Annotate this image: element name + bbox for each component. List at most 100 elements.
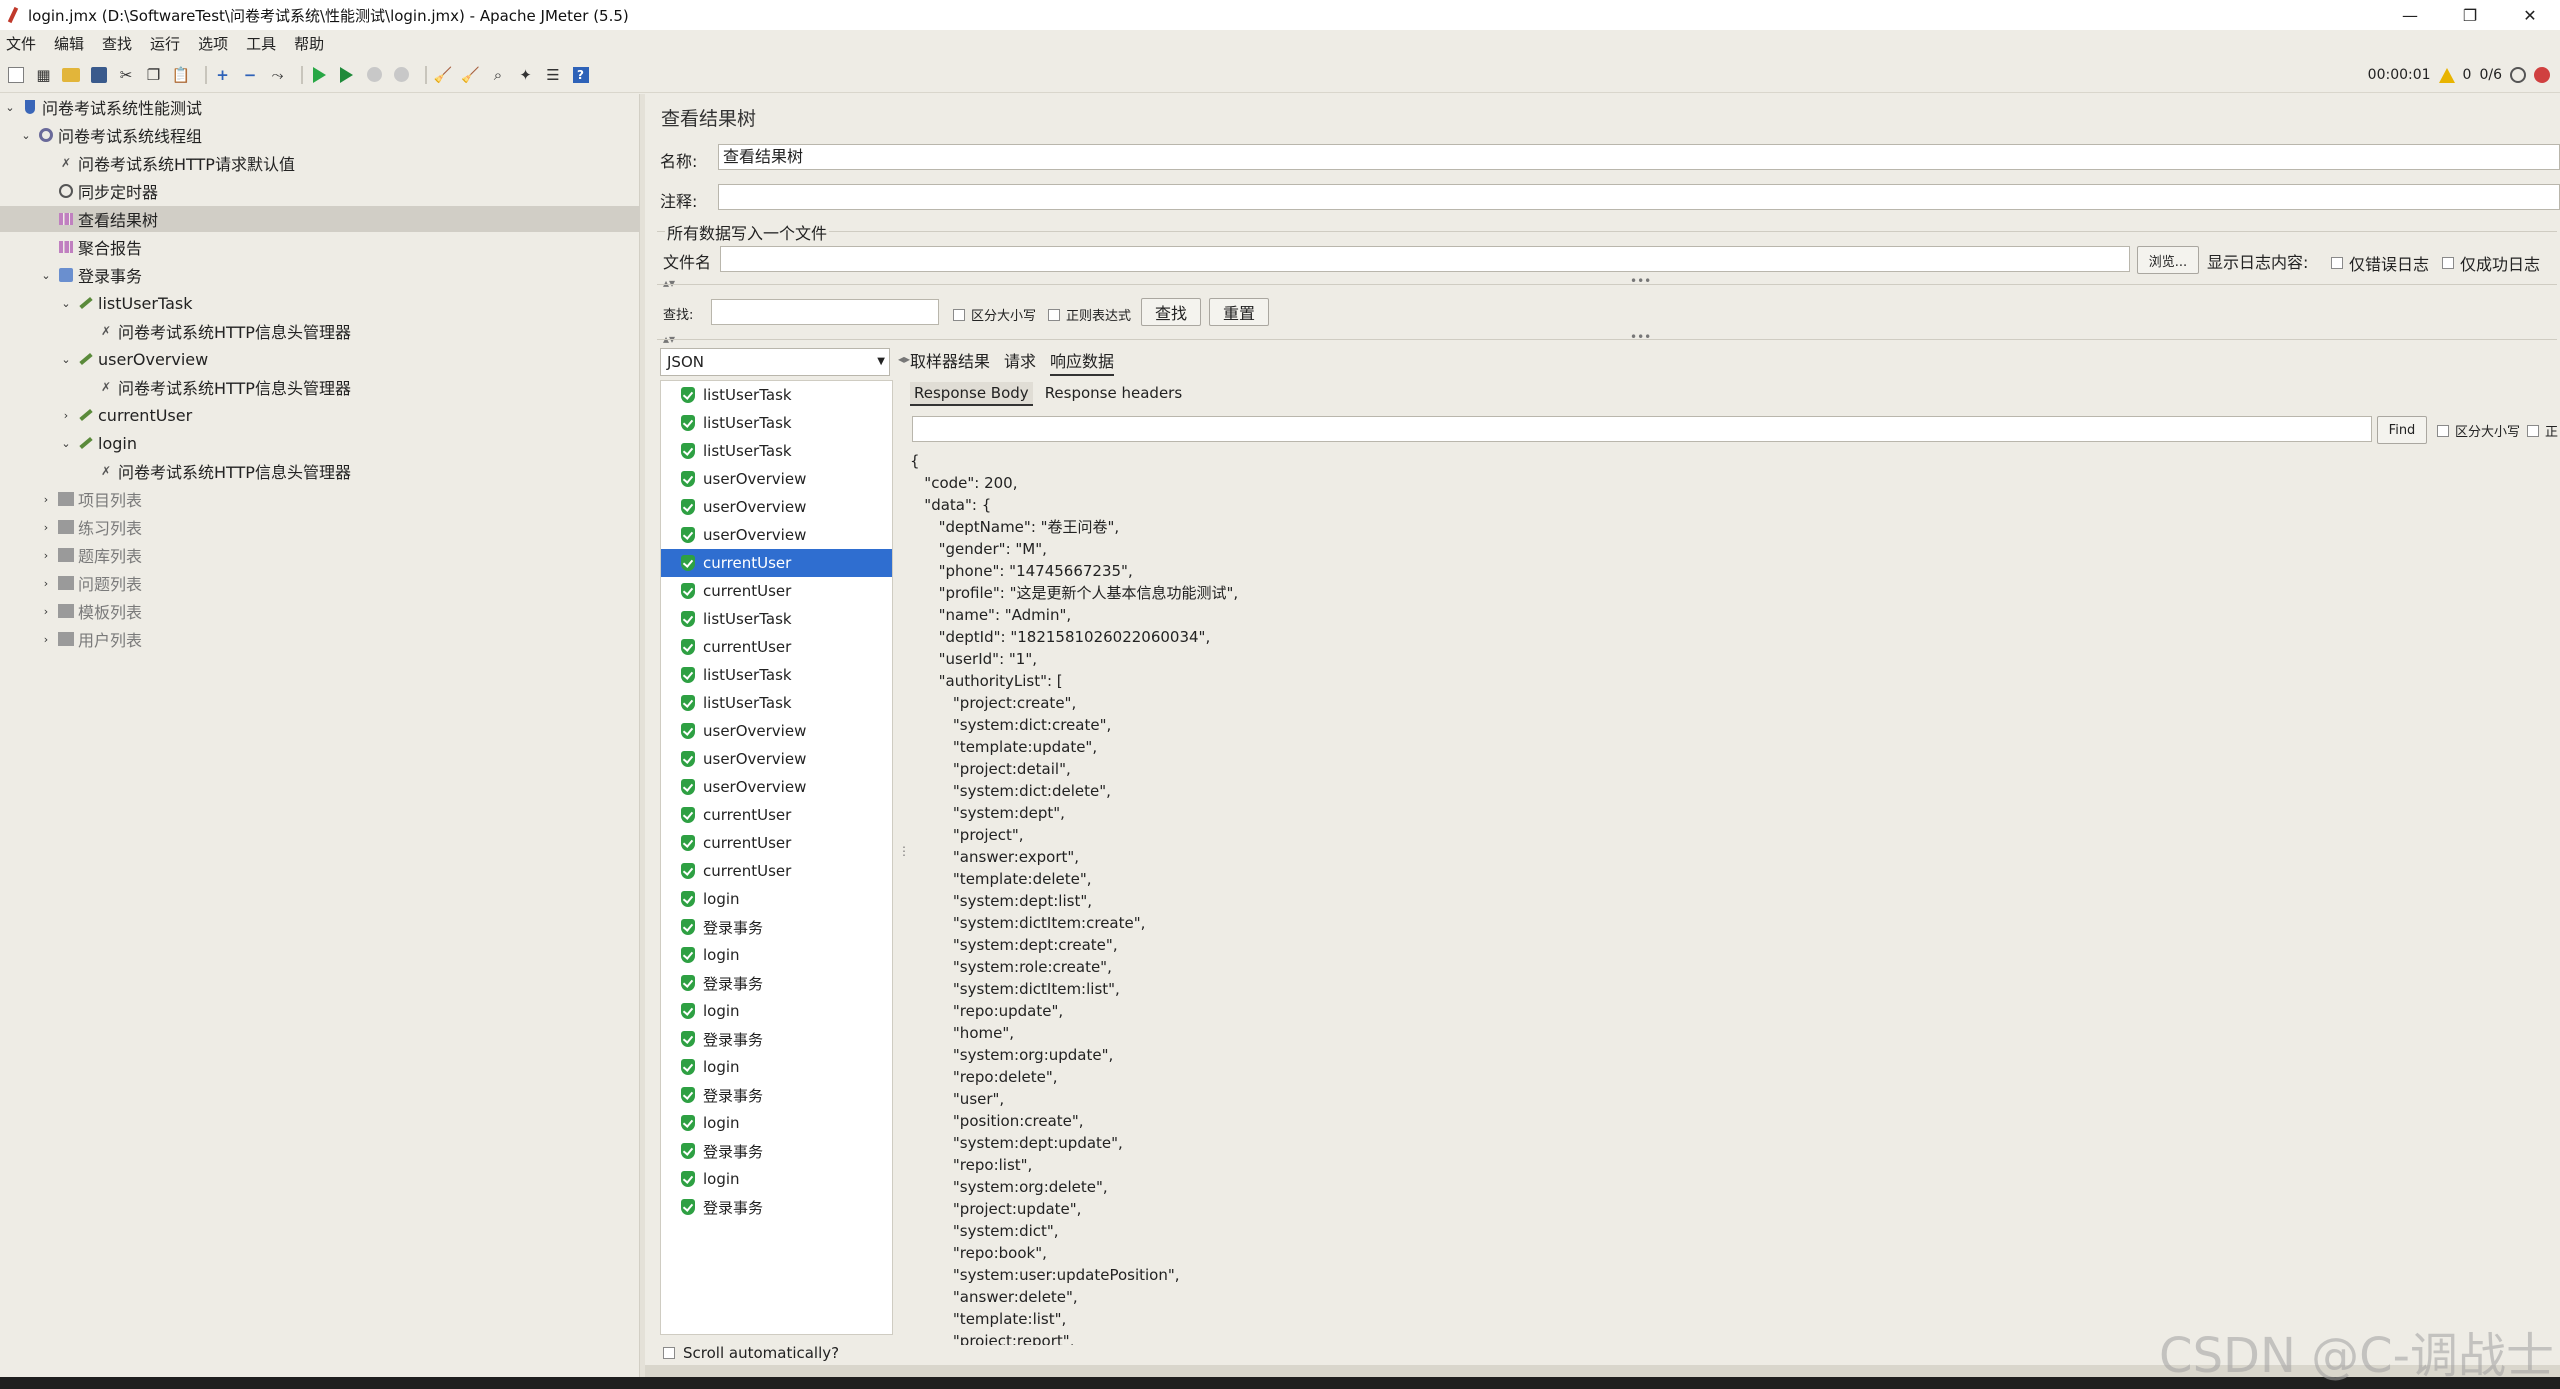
tab-response-data[interactable]: 响应数据: [1050, 348, 1115, 376]
chevron-down-icon[interactable]: ⌄: [60, 297, 72, 310]
case-sensitive-checkbox[interactable]: 区分大小写: [953, 305, 1036, 324]
tree-node-user-list[interactable]: › 用户列表: [40, 626, 142, 652]
sample-result-item[interactable]: login: [661, 1053, 892, 1081]
chevron-down-icon[interactable]: ⌄: [20, 129, 32, 142]
splitter-grip[interactable]: •••: [1630, 330, 1651, 344]
new-icon[interactable]: [6, 65, 26, 85]
clear-all-icon[interactable]: 🧹: [461, 65, 481, 85]
sample-result-item[interactable]: userOverview: [661, 465, 892, 493]
restore-button[interactable]: ❐: [2440, 0, 2500, 30]
sample-result-item[interactable]: listUserTask: [661, 409, 892, 437]
sample-result-item[interactable]: login: [661, 1165, 892, 1193]
sample-result-item[interactable]: login: [661, 997, 892, 1025]
search-field[interactable]: [711, 299, 939, 325]
copy-icon[interactable]: ❐: [144, 65, 164, 85]
sample-result-item[interactable]: listUserTask: [661, 661, 892, 689]
comment-field[interactable]: [718, 184, 2560, 210]
minimize-button[interactable]: —: [2380, 0, 2440, 30]
sample-result-item[interactable]: login: [661, 885, 892, 913]
paste-icon[interactable]: 📋: [171, 65, 191, 85]
errors-only-checkbox[interactable]: 仅错误日志: [2331, 251, 2429, 275]
tree-node-question-list[interactable]: › 问题列表: [40, 570, 142, 596]
browse-button[interactable]: 浏览...: [2137, 246, 2199, 274]
tab-response-body[interactable]: Response Body: [910, 382, 1033, 406]
tree-node-header-manager[interactable]: ✗ 问卷考试系统HTTP信息头管理器: [80, 458, 351, 484]
chevron-down-icon[interactable]: ⌄: [60, 353, 72, 366]
save-icon[interactable]: [89, 65, 109, 85]
help-icon[interactable]: ?: [571, 65, 591, 85]
cut-icon[interactable]: ✂: [116, 65, 136, 85]
reset-search-icon[interactable]: ✦: [516, 65, 536, 85]
chevron-down-icon[interactable]: ⌄: [4, 101, 16, 114]
sample-result-item[interactable]: 登录事务: [661, 1137, 892, 1165]
response-find-field[interactable]: [912, 416, 2372, 442]
splitter-arrows-icon[interactable]: ◂▸: [898, 352, 910, 366]
tree-node-thread-group[interactable]: ⌄ 问卷考试系统线程组: [20, 122, 202, 148]
start-no-pause-icon[interactable]: [337, 65, 357, 85]
filename-field[interactable]: [720, 246, 2130, 272]
success-only-checkbox[interactable]: 仅成功日志: [2442, 251, 2540, 275]
tree-node-http-defaults[interactable]: ✗ 问卷考试系统HTTP请求默认值: [40, 150, 295, 176]
response-body-text[interactable]: { "code": 200, "data": { "deptName": "卷王…: [908, 450, 2560, 1345]
checkbox-box[interactable]: [2331, 257, 2343, 269]
sample-result-item[interactable]: 登录事务: [661, 1193, 892, 1221]
checkbox-box[interactable]: [2442, 257, 2454, 269]
search-binoculars-icon[interactable]: ⌕: [488, 65, 508, 85]
tree-node-repo-list[interactable]: › 题库列表: [40, 542, 142, 568]
sample-results-list[interactable]: listUserTask listUserTask listUserTask user…: [660, 380, 893, 1335]
tree-node-useroverview[interactable]: ⌄ userOverview: [60, 346, 208, 372]
menu-run[interactable]: 运行: [150, 33, 180, 54]
tree-node-header-manager[interactable]: ✗ 问卷考试系统HTTP信息头管理器: [80, 374, 351, 400]
chevron-right-icon[interactable]: ›: [40, 521, 52, 534]
close-button[interactable]: ✕: [2500, 0, 2560, 30]
regex-checkbox[interactable]: 正则表达式: [1048, 305, 1131, 324]
chevron-down-icon[interactable]: ▼: [877, 349, 885, 375]
sample-result-item[interactable]: listUserTask: [661, 605, 892, 633]
menu-help[interactable]: 帮助: [294, 33, 324, 54]
response-find-button[interactable]: Find: [2377, 416, 2427, 444]
tab-response-headers[interactable]: Response headers: [1041, 382, 1186, 406]
tree-node-test-plan[interactable]: ⌄ 问卷考试系统性能测试: [4, 94, 202, 120]
expand-icon[interactable]: +: [213, 65, 233, 85]
chevron-right-icon[interactable]: ›: [40, 577, 52, 590]
tree-node-header-manager[interactable]: ✗ 问卷考试系统HTTP信息头管理器: [80, 318, 351, 344]
chevron-right-icon[interactable]: ›: [40, 549, 52, 562]
tab-sampler-result[interactable]: 取样器结果: [910, 348, 990, 376]
stop-icon[interactable]: [364, 65, 384, 85]
chevron-down-icon[interactable]: ⌄: [60, 437, 72, 450]
checkbox-box[interactable]: [1048, 308, 1060, 321]
toggle-icon[interactable]: ⤳: [268, 65, 288, 85]
response-case-checkbox[interactable]: 区分大小写: [2437, 421, 2520, 440]
sample-result-item[interactable]: userOverview: [661, 717, 892, 745]
sample-result-item[interactable]: currentUser: [661, 801, 892, 829]
sample-result-item[interactable]: 登录事务: [661, 913, 892, 941]
collapse-arrows-icon[interactable]: ▴▾: [663, 276, 675, 290]
shutdown-icon[interactable]: [392, 65, 412, 85]
open-icon[interactable]: [61, 65, 81, 85]
sample-result-item[interactable]: userOverview: [661, 773, 892, 801]
chevron-right-icon[interactable]: ›: [40, 633, 52, 646]
templates-icon[interactable]: ▦: [34, 65, 54, 85]
menu-search[interactable]: 查找: [102, 33, 132, 54]
sample-result-item[interactable]: listUserTask: [661, 689, 892, 717]
find-button[interactable]: 查找: [1141, 298, 1201, 326]
reset-button[interactable]: 重置: [1209, 298, 1269, 326]
tree-node-listusertask[interactable]: ⌄ listUserTask: [60, 290, 192, 316]
menu-file[interactable]: 文件: [6, 33, 36, 54]
tab-request[interactable]: 请求: [1004, 348, 1036, 376]
sample-result-item[interactable]: userOverview: [661, 521, 892, 549]
chevron-right-icon[interactable]: ›: [40, 605, 52, 618]
remote-globe-icon[interactable]: [2510, 67, 2526, 83]
sample-result-item[interactable]: userOverview: [661, 493, 892, 521]
sample-result-item[interactable]: listUserTask: [661, 381, 892, 409]
menu-tools[interactable]: 工具: [246, 33, 276, 54]
sample-result-item[interactable]: currentUser: [661, 829, 892, 857]
sample-result-item[interactable]: login: [661, 1109, 892, 1137]
sample-result-item[interactable]: 登录事务: [661, 1081, 892, 1109]
warning-icon[interactable]: [2438, 67, 2455, 83]
tree-node-currentuser[interactable]: › currentUser: [60, 402, 192, 428]
sample-result-item[interactable]: login: [661, 941, 892, 969]
response-regex-checkbox[interactable]: 正: [2527, 421, 2558, 440]
sample-result-item[interactable]: currentUser: [661, 857, 892, 885]
sample-result-item[interactable]: currentUser: [661, 577, 892, 605]
